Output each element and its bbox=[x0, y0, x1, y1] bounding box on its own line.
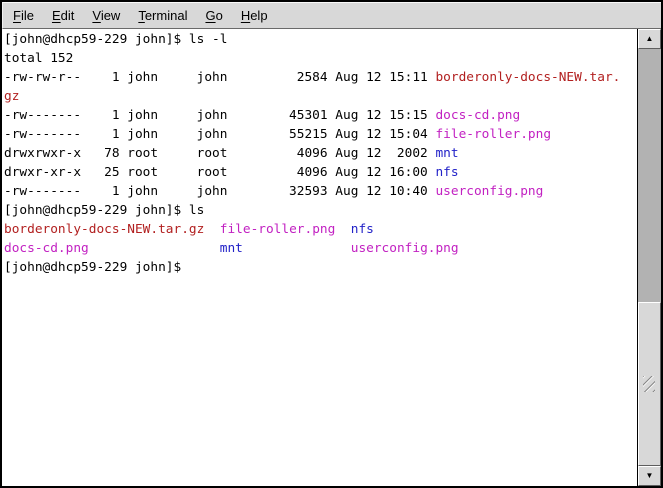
filename-blue: nfs bbox=[435, 165, 458, 180]
menu-item-go[interactable]: Go bbox=[196, 5, 231, 27]
terminal-text bbox=[243, 241, 351, 256]
filename-magenta: userconfig.png bbox=[435, 184, 543, 199]
filename-blue: mnt bbox=[435, 146, 458, 161]
terminal-line: docs-cd.png mnt userconfig.png bbox=[4, 239, 637, 258]
terminal-text: drwxr-xr-x 25 root root 4096 Aug 12 16:0… bbox=[4, 165, 435, 180]
main-area: [john@dhcp59-229 john]$ ls -l total 152 -r… bbox=[2, 29, 661, 486]
terminal-line: [john@dhcp59-229 john]$ bbox=[4, 258, 637, 277]
menu-item-terminal[interactable]: Terminal bbox=[129, 5, 196, 27]
terminal-text: drwxrwxr-x 78 root root 4096 Aug 12 2002 bbox=[4, 146, 435, 161]
terminal-text: -rw------- 1 john john 32593 Aug 12 10:4… bbox=[4, 184, 435, 199]
terminal-line: gz bbox=[4, 87, 637, 106]
filename-magenta: file-roller.png bbox=[220, 222, 336, 237]
terminal-text bbox=[335, 222, 350, 237]
filename-magenta: docs-cd.png bbox=[435, 108, 520, 123]
terminal-line: borderonly-docs-NEW.tar.gz file-roller.p… bbox=[4, 220, 637, 239]
filename-blue: nfs bbox=[351, 222, 374, 237]
filename-red: borderonly-docs-NEW.tar.gz bbox=[4, 222, 204, 237]
menu-item-help[interactable]: Help bbox=[232, 5, 277, 27]
terminal-text: -rw------- 1 john john 55215 Aug 12 15:0… bbox=[4, 127, 435, 142]
scroll-down-icon: ▼ bbox=[646, 472, 654, 480]
terminal-text: -rw-rw-r-- 1 john john 2584 Aug 12 15:11 bbox=[4, 70, 435, 85]
scroll-up-button[interactable]: ▲ bbox=[638, 29, 661, 49]
scrollbar-thumb[interactable] bbox=[638, 302, 661, 466]
terminal-line: total 152 bbox=[4, 49, 637, 68]
menu-bar: FileEditViewTerminalGoHelp bbox=[2, 2, 661, 29]
terminal-line: drwxrwxr-x 78 root root 4096 Aug 12 2002… bbox=[4, 144, 637, 163]
terminal-text: [john@dhcp59-229 john]$ ls -l bbox=[4, 32, 227, 47]
terminal-text: -rw------- 1 john john 45301 Aug 12 15:1… bbox=[4, 108, 435, 123]
terminal-line: -rw------- 1 john john 55215 Aug 12 15:0… bbox=[4, 125, 637, 144]
filename-magenta: file-roller.png bbox=[435, 127, 551, 142]
terminal-text bbox=[204, 222, 219, 237]
terminal-window: FileEditViewTerminalGoHelp [john@dhcp59-… bbox=[0, 0, 663, 488]
terminal-line: [john@dhcp59-229 john]$ ls -l bbox=[4, 30, 637, 49]
filename-red: gz bbox=[4, 89, 19, 104]
terminal-text: [john@dhcp59-229 john]$ ls bbox=[4, 203, 204, 218]
terminal-text: total 152 bbox=[4, 51, 73, 66]
filename-magenta: userconfig.png bbox=[351, 241, 459, 256]
terminal-line: -rw------- 1 john john 32593 Aug 12 10:4… bbox=[4, 182, 637, 201]
terminal-line: [john@dhcp59-229 john]$ ls bbox=[4, 201, 637, 220]
scrollbar[interactable]: ▲ ▼ bbox=[637, 29, 661, 486]
terminal-screen[interactable]: [john@dhcp59-229 john]$ ls -l total 152 -r… bbox=[2, 29, 637, 486]
terminal-line: -rw------- 1 john john 45301 Aug 12 15:1… bbox=[4, 106, 637, 125]
terminal-line: drwxr-xr-x 25 root root 4096 Aug 12 16:0… bbox=[4, 163, 637, 182]
filename-red: borderonly-docs-NEW.tar. bbox=[435, 70, 620, 85]
terminal-line: -rw-rw-r-- 1 john john 2584 Aug 12 15:11… bbox=[4, 68, 637, 87]
terminal-text: [john@dhcp59-229 john]$ bbox=[4, 260, 189, 275]
menu-item-file[interactable]: File bbox=[4, 5, 43, 27]
filename-blue: mnt bbox=[220, 241, 243, 256]
menu-item-edit[interactable]: Edit bbox=[43, 5, 83, 27]
scroll-up-icon: ▲ bbox=[646, 35, 654, 43]
menu-item-view[interactable]: View bbox=[83, 5, 129, 27]
filename-magenta: docs-cd.png bbox=[4, 241, 89, 256]
terminal-text bbox=[89, 241, 220, 256]
scroll-down-button[interactable]: ▼ bbox=[638, 466, 661, 486]
